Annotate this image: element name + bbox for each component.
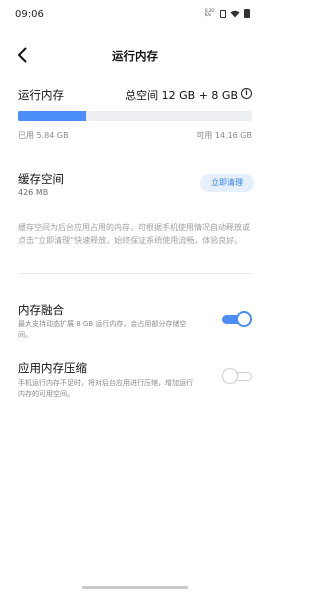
cache-title: 缓存空间 bbox=[18, 172, 64, 186]
memory-total: 总空间 12 GB + 8 GB bbox=[125, 89, 238, 102]
memory-label: 运行内存 bbox=[18, 88, 64, 102]
header: 运行内存 bbox=[0, 40, 270, 70]
cache-description: 缓存空间为后台应用占用的内存，可根据手机使用情况自动释放或点击“立即清理”快速释… bbox=[18, 223, 250, 245]
app-memory-compression-title: 应用内存压缩 bbox=[18, 361, 87, 375]
battery-icon bbox=[244, 9, 250, 18]
memory-fusion-toggle[interactable] bbox=[222, 311, 252, 327]
status-bar: 09:06 0.20 K/s bbox=[0, 0, 270, 28]
memory-usage-bar bbox=[18, 111, 252, 121]
info-icon[interactable]: i bbox=[241, 88, 252, 99]
memory-usage-fill bbox=[18, 111, 87, 121]
app-memory-compression-description: 手机运行内存不足时，将对后台应用进行压缩，增加运行内存的可用空间。 bbox=[18, 379, 193, 398]
status-time: 09:06 bbox=[15, 9, 44, 20]
network-speed-unit: K/s bbox=[205, 12, 212, 17]
cache-size: 426 MB bbox=[18, 188, 49, 197]
divider bbox=[18, 273, 252, 274]
toggle-knob bbox=[236, 311, 252, 327]
memory-available: 可用 14.16 GB bbox=[196, 131, 252, 140]
app-memory-compression-toggle[interactable] bbox=[222, 368, 252, 384]
page-title: 运行内存 bbox=[112, 49, 158, 63]
memory-fusion-description: 最大支持动态扩展 8 GB 运行内存，会占用部分存储空间。 bbox=[18, 320, 187, 339]
memory-used: 已用 5.84 GB bbox=[18, 131, 69, 140]
sim-card-icon bbox=[220, 10, 226, 18]
clean-now-button[interactable]: 立即清理 bbox=[200, 174, 254, 192]
memory-fusion-title: 内存融合 bbox=[18, 303, 64, 317]
toggle-knob bbox=[222, 368, 238, 384]
network-speed: 0.20 K/s bbox=[205, 9, 214, 17]
wifi-icon bbox=[230, 10, 240, 18]
home-indicator[interactable] bbox=[82, 586, 188, 589]
